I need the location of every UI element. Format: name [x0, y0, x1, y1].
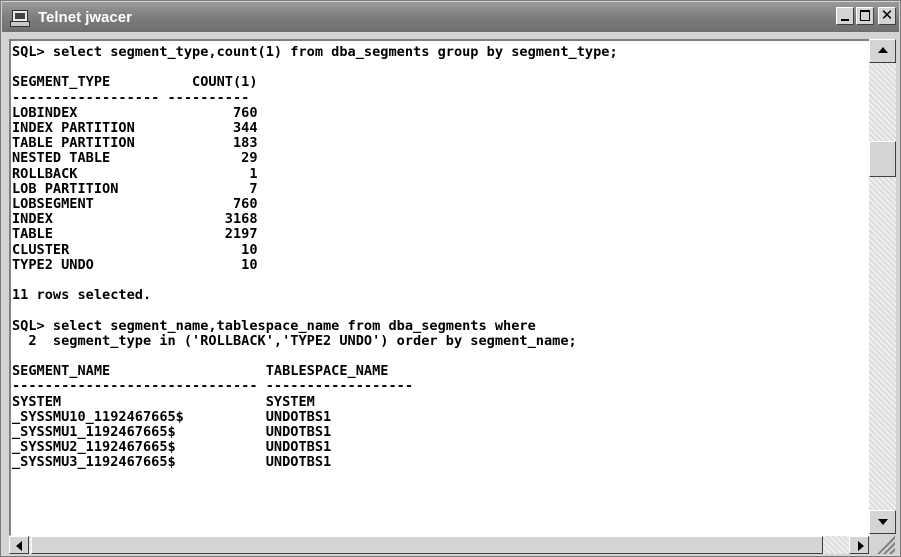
scroll-left-button[interactable]	[9, 536, 29, 554]
close-icon: ✕	[880, 6, 894, 24]
title-bar[interactable]: Telnet jwacer ✕	[2, 2, 899, 32]
scroll-up-button[interactable]	[869, 39, 896, 63]
minimize-button[interactable]	[836, 7, 854, 25]
maximize-button[interactable]	[856, 7, 874, 25]
arrow-left-icon	[16, 541, 22, 551]
vertical-scrollbar[interactable]	[869, 39, 896, 534]
arrow-right-icon	[858, 541, 864, 551]
arrow-up-icon	[878, 47, 888, 53]
resize-grip-icon[interactable]	[873, 536, 895, 554]
terminal-text: SQL> select segment_type,count(1) from d…	[12, 44, 618, 471]
arrow-down-icon	[878, 519, 888, 525]
minimize-icon	[841, 19, 849, 21]
scroll-right-button[interactable]	[849, 536, 869, 554]
horizontal-scrollbar[interactable]	[9, 536, 869, 554]
window-title: Telnet jwacer	[38, 8, 132, 26]
scroll-down-button[interactable]	[869, 510, 896, 534]
terminal-output-area[interactable]: SQL> select segment_type,count(1) from d…	[9, 39, 870, 536]
maximize-icon	[860, 10, 870, 21]
horizontal-scroll-thumb[interactable]	[31, 536, 823, 554]
close-button[interactable]: ✕	[878, 6, 896, 25]
window-controls: ✕	[836, 6, 896, 25]
telnet-monitor-icon[interactable]	[10, 8, 30, 27]
vertical-scroll-thumb[interactable]	[869, 141, 896, 177]
telnet-window: Telnet jwacer ✕ SQL> select segment_type…	[0, 0, 901, 557]
